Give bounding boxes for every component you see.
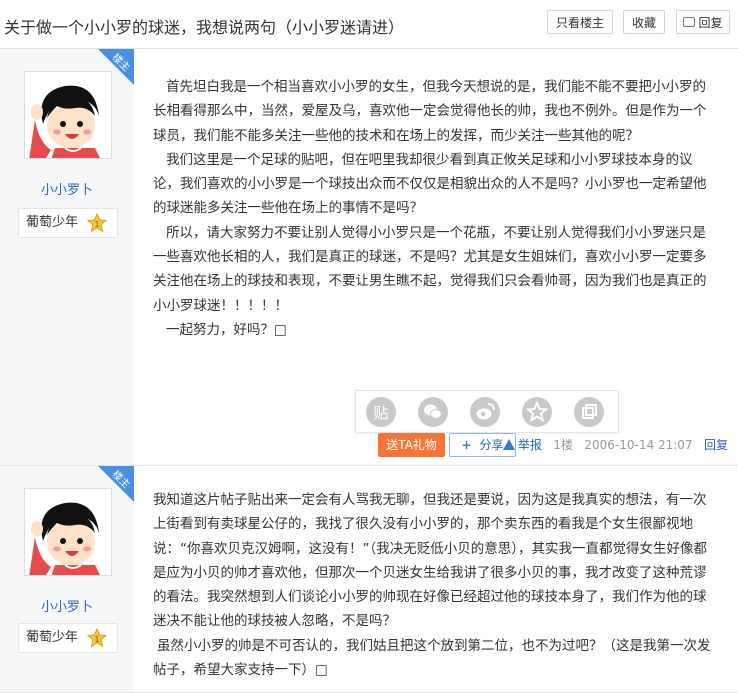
post-paragraph: 所以，请大家努力不要让别人觉得小小罗只是一个花瓶，不要让别人觉得我们小小罗迷只是… <box>153 224 707 314</box>
level-number: 1 <box>94 220 99 229</box>
share-button-label: 分享 <box>479 438 504 452</box>
user-rank: 葡萄少年 1 <box>18 623 118 653</box>
post-floor-2: 楼主 小小罗卜 葡萄少年 1 我知道这片帖子贴出来一定会有人骂我无聊，但我还是要… <box>0 466 738 693</box>
level-star-icon: 1 <box>87 213 107 233</box>
level-number: 1 <box>94 635 99 644</box>
post-paragraph: 一起努力，好吗？□ <box>166 321 287 338</box>
comment-icon <box>683 17 696 27</box>
post-body: 我知道这片帖子贴出来一定会有人骂我无聊，但我还是要说，因为这是我真实的想法，有一… <box>153 488 719 682</box>
weibo-share-icon[interactable] <box>470 397 500 427</box>
post-paragraph: 我们这里是一个足球的贴吧，但在吧里我却很少看到真正攸关足球和小小罗球技本身的议论… <box>153 151 707 217</box>
user-rank-label: 葡萄少年 <box>26 630 79 645</box>
report-label: 举报 <box>517 438 542 452</box>
author-sidebar: 楼主 小小罗卜 葡萄少年 1 <box>0 466 134 692</box>
reply-link[interactable]: 回复 <box>704 438 728 452</box>
share-toolbar: 贴 <box>355 390 619 433</box>
tieba-share-icon[interactable]: 贴 <box>366 397 396 427</box>
only-op-button[interactable]: 只看楼主 <box>547 10 613 34</box>
plus-icon: + <box>461 438 472 452</box>
author-sidebar: 楼主 小小罗卜 葡萄少年 1 <box>0 49 134 465</box>
report-link[interactable]: 举报 <box>502 438 542 452</box>
wechat-share-icon[interactable] <box>418 397 448 427</box>
svg-text:贴: 贴 <box>373 404 388 422</box>
post-time: 2006-10-14 21:07 <box>584 438 693 452</box>
favorite-star-icon[interactable] <box>522 397 552 427</box>
level-star-icon: 1 <box>87 628 107 648</box>
warning-icon <box>502 439 515 450</box>
post-paragraph: 虽然小小罗的帅是不可否认的，我们姑且把这个放到第二位，也不为过吧？（这是我第一次… <box>153 637 711 679</box>
username-link[interactable]: 小小罗卜 <box>0 179 134 198</box>
post-paragraph: 我知道这片帖子贴出来一定会有人骂我无聊，但我还是要说，因为这是我真实的想法，有一… <box>153 492 707 630</box>
copy-link-icon[interactable] <box>574 397 604 427</box>
thread-header: 关于做一个小小罗的球迷，我想说两句（小小罗迷请进） 只看楼主 收藏 回复 <box>0 0 738 49</box>
avatar[interactable] <box>24 71 112 159</box>
post-paragraph: 首先坦白我是一个相当喜欢小小罗的女生，但我今天想说的是，我们能不能不要把小小罗的… <box>153 79 707 144</box>
post-body: 首先坦白我是一个相当喜欢小小罗的女生，但我今天想说的是，我们能不能不要把小小罗的… <box>153 75 719 342</box>
send-gift-button[interactable]: 送TA礼物 <box>378 433 445 457</box>
reply-button[interactable]: 回复 <box>676 10 730 34</box>
favorite-button[interactable]: 收藏 <box>623 10 665 34</box>
floor-number: 1楼 <box>553 438 573 452</box>
post-floor-1: 楼主 小小罗卜 葡萄少年 1 首先坦白我是一个相当喜欢小小罗的女生，但我今天想说… <box>0 49 738 466</box>
username-link[interactable]: 小小罗卜 <box>0 596 134 615</box>
user-rank: 葡萄少年 1 <box>18 208 118 238</box>
user-rank-label: 葡萄少年 <box>26 215 79 230</box>
post-footer: 举报 1楼 2006-10-14 21:07 回复 <box>502 436 728 453</box>
avatar[interactable] <box>24 488 112 576</box>
reply-button-label: 回复 <box>698 16 723 30</box>
thread-title: 关于做一个小小罗的球迷，我想说两句（小小罗迷请进） <box>4 18 405 37</box>
